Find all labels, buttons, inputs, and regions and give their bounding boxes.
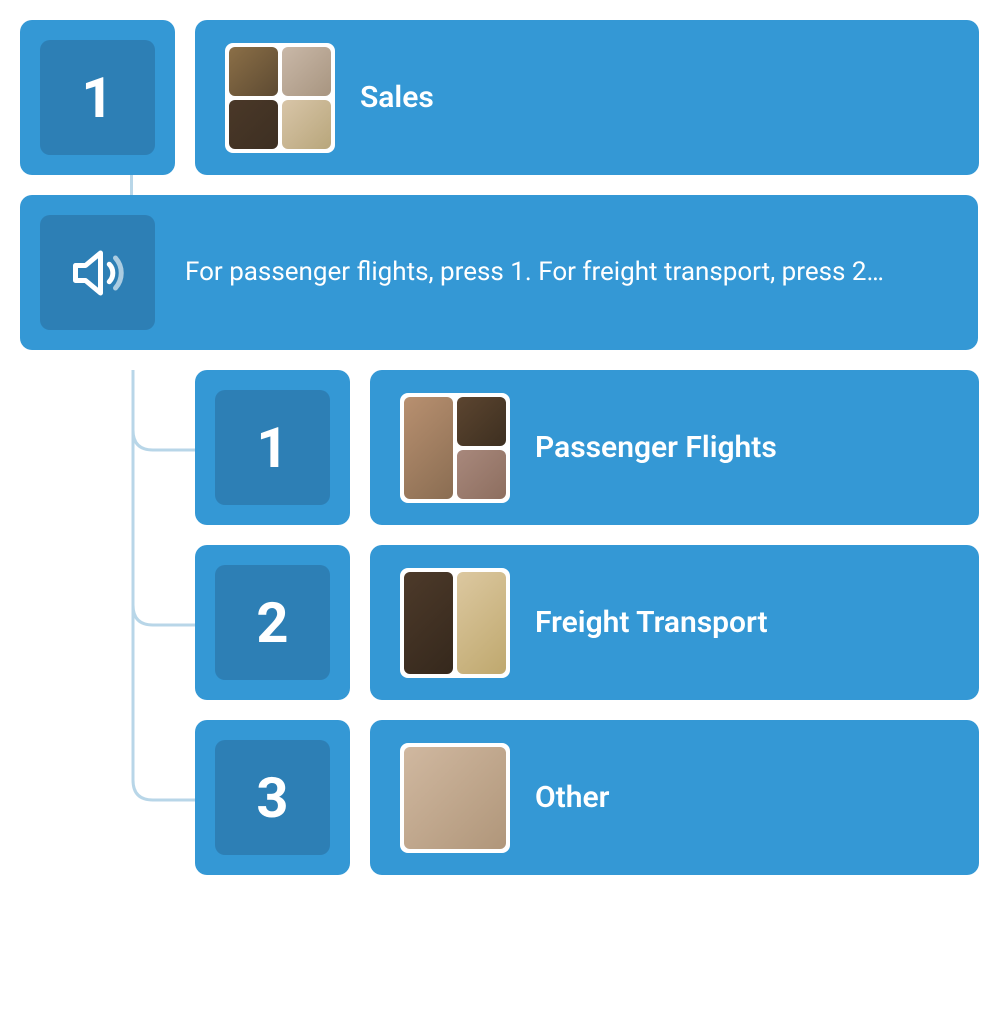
- option-number-box[interactable]: 3: [195, 720, 350, 875]
- team-avatar-grid: [225, 43, 335, 153]
- option-number: 2: [215, 565, 330, 680]
- avatar-icon: [457, 397, 506, 446]
- prompt-text: For passenger flights, press 1. For frei…: [185, 254, 958, 290]
- option-number-box[interactable]: 1: [195, 370, 350, 525]
- avatar-icon: [404, 572, 453, 674]
- option-number: 1: [215, 390, 330, 505]
- option-label-box[interactable]: Passenger Flights: [370, 370, 979, 525]
- option-label-box[interactable]: Freight Transport: [370, 545, 979, 700]
- avatar-icon: [457, 450, 506, 499]
- child-options-section: 1 Passenger Flights 2 Freight Tr: [195, 370, 979, 875]
- ivr-tree: 1 Sales For passenger flights, press 1. …: [20, 20, 979, 875]
- child-option-row: 2 Freight Transport: [195, 545, 979, 700]
- option-label: Sales: [360, 80, 434, 115]
- option-label: Passenger Flights: [535, 430, 777, 465]
- option-number: 3: [215, 740, 330, 855]
- option-number: 1: [40, 40, 155, 155]
- option-label: Freight Transport: [535, 605, 768, 640]
- child-option-row: 1 Passenger Flights: [195, 370, 979, 525]
- option-number-box[interactable]: 2: [195, 545, 350, 700]
- option-number-box[interactable]: 1: [20, 20, 175, 175]
- team-avatar-grid: [400, 568, 510, 678]
- team-avatar-grid: [400, 743, 510, 853]
- child-option-row: 3 Other: [195, 720, 979, 875]
- avatar-icon: [282, 47, 331, 96]
- avatar-icon: [457, 572, 506, 674]
- team-avatar-grid: [400, 393, 510, 503]
- speaker-icon: [68, 243, 128, 303]
- option-label: Other: [535, 780, 609, 815]
- option-label-box[interactable]: Other: [370, 720, 979, 875]
- avatar-icon: [282, 100, 331, 149]
- ivr-prompt-box[interactable]: For passenger flights, press 1. For frei…: [20, 195, 978, 350]
- option-label-box[interactable]: Sales: [195, 20, 979, 175]
- avatar-icon: [404, 397, 453, 499]
- speaker-icon-box: [40, 215, 155, 330]
- avatar-icon: [404, 747, 506, 849]
- avatar-icon: [229, 100, 278, 149]
- avatar-icon: [229, 47, 278, 96]
- root-option-row: 1 Sales: [20, 20, 979, 175]
